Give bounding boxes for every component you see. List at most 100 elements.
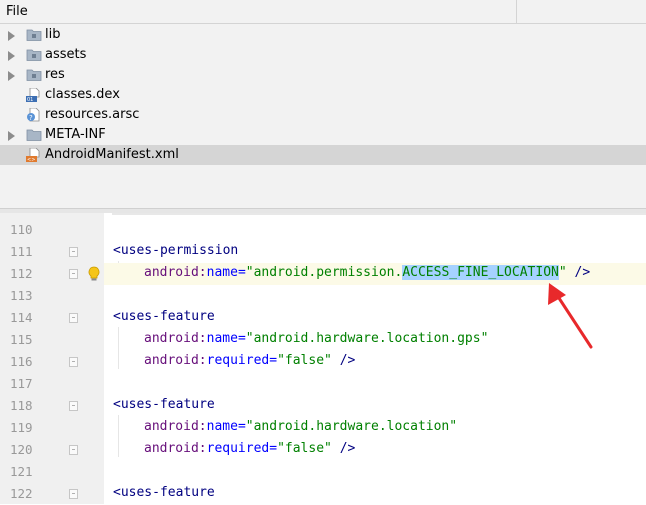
tree-item-classes-dex[interactable]: 01 classes.dex xyxy=(0,85,646,105)
attr-namespace: android xyxy=(144,265,199,280)
tree-item-label: META-INF xyxy=(45,127,106,142)
code-line: 121 xyxy=(0,461,646,483)
svg-text:?: ? xyxy=(29,114,33,122)
code-line: 116 android:required="false" /> xyxy=(0,351,646,373)
chevron-right-icon[interactable] xyxy=(8,51,15,61)
folder-icon xyxy=(26,69,42,81)
tree-item-label: classes.dex xyxy=(45,87,120,102)
xml-tag: <uses-permission xyxy=(113,243,239,258)
attr-value: "false" xyxy=(277,353,332,368)
fold-marker-icon[interactable] xyxy=(69,247,78,257)
tag-close: /> xyxy=(331,441,356,456)
tree-item-android-manifest[interactable]: <> AndroidManifest.xml xyxy=(0,145,646,165)
xml-attribute-line: android:name="android.permission.ACCESS_… xyxy=(144,265,590,280)
fold-marker-icon[interactable] xyxy=(69,269,78,279)
attr-namespace: android xyxy=(144,353,199,368)
tree-item-label: resources.arsc xyxy=(45,107,140,122)
tree-item-label: assets xyxy=(45,47,87,62)
line-number: 110 xyxy=(10,222,33,237)
tree-item-lib[interactable]: lib xyxy=(0,25,646,45)
xml-tag: <uses-feature xyxy=(113,485,215,500)
attr-value: "android.hardware.location" xyxy=(245,419,458,434)
attr-name: name xyxy=(206,331,238,346)
attr-quote: " xyxy=(558,265,567,280)
xml-file-icon: <> xyxy=(26,148,40,162)
tree-item-assets[interactable]: assets xyxy=(0,45,646,65)
attr-value: "false" xyxy=(277,441,332,456)
line-number: 114 xyxy=(10,310,33,325)
tree-item-label: res xyxy=(45,67,65,82)
attr-name: name xyxy=(206,265,238,280)
code-line-current: 112 android:name="android.permission.ACC… xyxy=(0,263,646,285)
code-line: 115 android:name="android.hardware.locat… xyxy=(0,329,646,351)
line-number: 117 xyxy=(10,376,33,391)
line-number: 112 xyxy=(10,266,33,281)
tree-item-resources-arsc[interactable]: ? resources.arsc xyxy=(0,105,646,125)
fold-marker-icon[interactable] xyxy=(69,357,78,367)
chevron-right-icon[interactable] xyxy=(8,31,15,41)
tree-item-meta-inf[interactable]: META-INF xyxy=(0,125,646,145)
ns-colon: : xyxy=(198,265,207,280)
code-line: 118 <uses-feature xyxy=(0,395,646,417)
code-line: 113 xyxy=(0,285,646,307)
attr-name: required xyxy=(206,441,270,456)
code-editor[interactable]: 110 111 <uses-permission 112 android:nam… xyxy=(0,213,646,504)
tree-item-res[interactable]: res xyxy=(0,65,646,85)
attr-eq: = xyxy=(237,331,246,346)
folder-icon xyxy=(26,129,42,141)
tag-close: /> xyxy=(566,265,591,280)
fold-marker-icon[interactable] xyxy=(69,313,78,323)
line-number: 122 xyxy=(10,486,33,501)
code-line: 120 android:required="false" /> xyxy=(0,439,646,461)
attr-namespace: android xyxy=(144,331,199,346)
code-line: 117 xyxy=(0,373,646,395)
scroll-edge xyxy=(112,213,646,215)
xml-tag: <uses-feature xyxy=(113,397,215,412)
dex-file-icon: 01 xyxy=(26,88,40,102)
chevron-right-icon[interactable] xyxy=(8,131,15,141)
file-tree: lib assets res 01 classes.dex ? resource… xyxy=(0,24,646,210)
attr-value-prefix: android.permission. xyxy=(253,265,403,280)
code-line: 111 <uses-permission xyxy=(0,241,646,263)
line-number: 116 xyxy=(10,354,33,369)
selected-text[interactable]: ACCESS_FINE_LOCATION xyxy=(402,265,559,280)
attr-namespace: android xyxy=(144,441,199,456)
line-number: 120 xyxy=(10,442,33,457)
line-number: 118 xyxy=(10,398,33,413)
attr-name: required xyxy=(206,353,270,368)
svg-text:<>: <> xyxy=(27,157,35,162)
code-line: 122 <uses-feature xyxy=(0,483,646,505)
folder-icon xyxy=(26,49,42,61)
fold-marker-icon[interactable] xyxy=(69,401,78,411)
line-number: 119 xyxy=(10,420,33,435)
file-list-header: File xyxy=(0,0,646,24)
chevron-right-icon[interactable] xyxy=(8,71,15,81)
tree-item-label: AndroidManifest.xml xyxy=(45,147,179,162)
arsc-file-icon: ? xyxy=(27,108,40,122)
code-line: 110 xyxy=(0,219,646,241)
attr-eq: = xyxy=(269,353,278,368)
tag-close: /> xyxy=(331,353,356,368)
fold-marker-icon[interactable] xyxy=(69,445,78,455)
xml-attribute-line: android:name="android.hardware.location.… xyxy=(144,331,488,346)
attr-eq: = xyxy=(237,265,246,280)
ns-colon: : xyxy=(198,353,207,368)
lightbulb-icon[interactable] xyxy=(87,266,101,282)
ns-colon: : xyxy=(198,419,207,434)
column-header-file[interactable]: File xyxy=(6,4,28,19)
ns-colon: : xyxy=(198,441,207,456)
line-number: 115 xyxy=(10,332,33,347)
fold-marker-icon[interactable] xyxy=(69,489,78,499)
column-divider[interactable] xyxy=(516,0,517,24)
svg-text:01: 01 xyxy=(27,97,33,102)
xml-tag: <uses-feature xyxy=(113,309,215,324)
attr-eq: = xyxy=(237,419,246,434)
attr-quote: " xyxy=(245,265,254,280)
attr-name: name xyxy=(206,419,238,434)
xml-attribute-line: android:required="false" /> xyxy=(144,353,355,368)
attr-namespace: android xyxy=(144,419,199,434)
folder-icon xyxy=(26,29,42,41)
ns-colon: : xyxy=(198,331,207,346)
code-line: 119 android:name="android.hardware.locat… xyxy=(0,417,646,439)
code-line: 114 <uses-feature xyxy=(0,307,646,329)
